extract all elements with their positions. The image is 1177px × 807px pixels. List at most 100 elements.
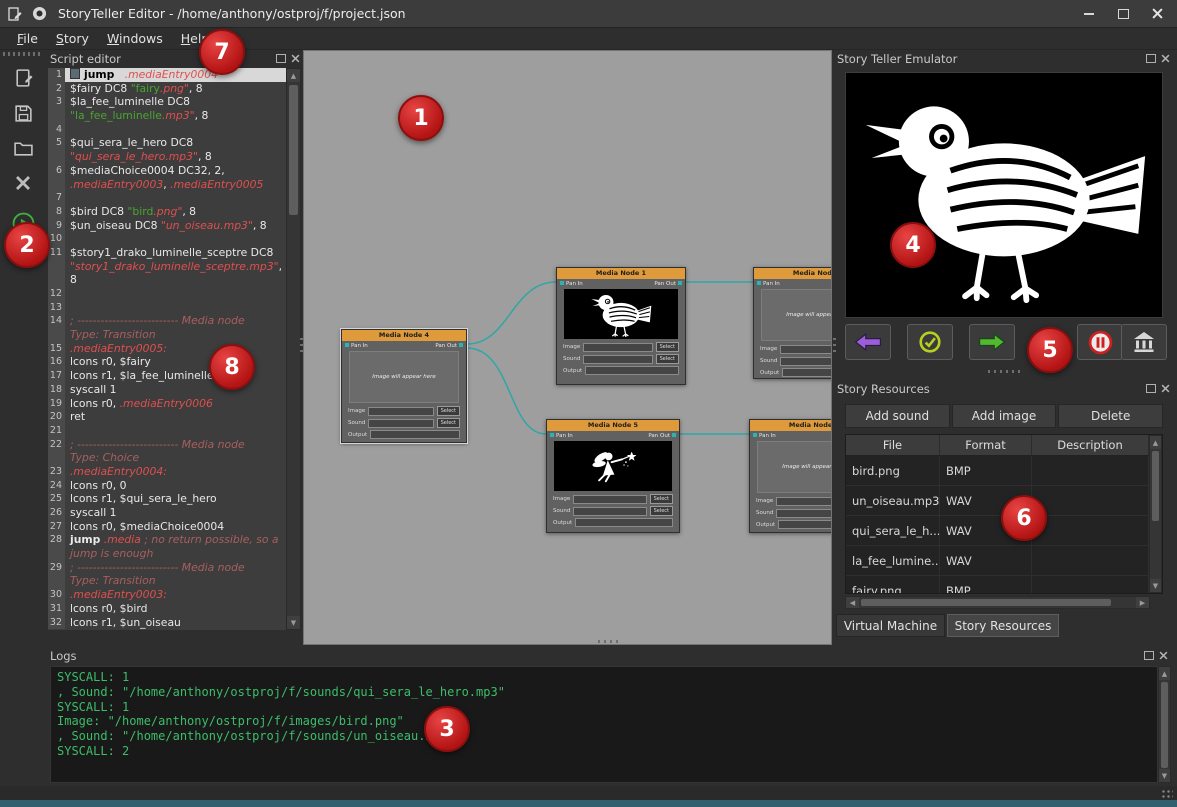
table-h-scrollbar[interactable]: ◀ ▶ [845, 596, 1150, 609]
node-port-in[interactable]: Pan In [345, 343, 368, 349]
splitter-emulator-resources[interactable] [988, 370, 1020, 373]
node-dropdown[interactable] [583, 343, 652, 352]
table-row[interactable]: fairy.pngBMP [846, 576, 1149, 594]
toolbar-grip[interactable] [3, 52, 41, 56]
scroll-right-icon[interactable]: ▶ [1136, 597, 1149, 608]
new-script-button[interactable] [8, 64, 38, 92]
code-line[interactable]: "story1_drako_luminelle_sceptre.mp3", [48, 260, 286, 274]
node-select-button[interactable]: Select [656, 354, 679, 364]
code-line[interactable]: 27lcons r0, $mediaChoice0004 [48, 520, 286, 534]
node-port-out[interactable]: Pan Out [648, 433, 676, 439]
graph-node[interactable]: Media Node 4Pan InPan OutImage will appe… [341, 329, 467, 443]
scrollbar-thumb[interactable] [1161, 682, 1168, 768]
close-panel-icon[interactable] [1161, 384, 1170, 393]
close-panel-icon[interactable] [1161, 54, 1170, 63]
node-port-in[interactable]: Pan In [753, 433, 776, 439]
code-line[interactable]: 31lcons r0, $bird [48, 602, 286, 616]
menu-item-file[interactable]: File [8, 29, 47, 48]
scroll-up-icon[interactable]: ▲ [1150, 436, 1161, 449]
scroll-up-icon[interactable]: ▲ [1159, 667, 1170, 680]
node-dropdown[interactable] [368, 419, 433, 428]
logs-content[interactable]: SYSCALL: 1, Sound: "/home/anthony/ostpro… [50, 666, 1158, 783]
code-line[interactable]: 1jump .mediaEntry0004 [48, 68, 286, 82]
tab-virtual-machine[interactable]: Virtual Machine [836, 614, 945, 637]
home-button[interactable] [1121, 324, 1167, 360]
node-dropdown[interactable] [585, 366, 679, 375]
table-row[interactable]: un_oiseau.mp3WAV [846, 486, 1149, 516]
node-port-in[interactable]: Pan In [560, 281, 583, 287]
code-line[interactable]: 6$mediaChoice0004 DC32, 2, [48, 164, 286, 178]
table-row[interactable]: qui_sera_le_h...WAV [846, 516, 1149, 546]
logs-scrollbar[interactable]: ▲ ▼ [1158, 666, 1171, 783]
close-project-button[interactable] [8, 169, 38, 197]
node-dropdown[interactable] [778, 520, 832, 529]
maximize-button[interactable] [1109, 4, 1137, 24]
code-line[interactable]: Type: Transition [48, 574, 286, 588]
node-dropdown[interactable] [573, 507, 646, 516]
add-image-button[interactable]: Add image [952, 404, 1057, 428]
code-line[interactable]: Type: Transition [48, 328, 286, 342]
code-line[interactable]: "la_fee_luminelle.mp3", 8 [48, 109, 286, 123]
code-line[interactable]: 8$bird DC8 "bird.png", 8 [48, 205, 286, 219]
node-select-button[interactable]: Select [650, 494, 673, 504]
node-dropdown[interactable] [583, 355, 652, 364]
delete-button[interactable]: Delete [1058, 404, 1163, 428]
save-button[interactable] [8, 99, 38, 127]
graph-node[interactable]: Media Node 3Pan InPan OutImage will appe… [749, 419, 832, 533]
close-panel-icon[interactable] [1159, 651, 1168, 660]
code-line[interactable]: 29; -------------------------- Media nod… [48, 561, 286, 575]
code-line[interactable]: 26syscall 1 [48, 506, 286, 520]
node-graph-canvas[interactable]: Media Node 4Pan InPan OutImage will appe… [303, 50, 832, 645]
code-line[interactable]: 2$fairy DC8 "fairy.png", 8 [48, 82, 286, 96]
node-port-in[interactable]: Pan In [757, 281, 780, 287]
code-line[interactable]: 3$la_fee_luminelle DC8 [48, 95, 286, 109]
code-line[interactable]: 23.mediaEntry0004: [48, 465, 286, 479]
scroll-down-icon[interactable]: ▼ [287, 616, 300, 629]
scroll-down-icon[interactable]: ▼ [1159, 769, 1170, 782]
column-header[interactable]: Description [1032, 435, 1149, 455]
scrollbar-thumb[interactable] [1152, 451, 1159, 521]
code-line[interactable]: 30.mediaEntry0003: [48, 588, 286, 602]
code-line[interactable]: 22; -------------------------- Media nod… [48, 438, 286, 452]
code-line[interactable]: 28jump .media ; no return possible, so a [48, 533, 286, 547]
table-row[interactable]: bird.pngBMP [846, 456, 1149, 486]
code-line[interactable]: 20ret [48, 410, 286, 424]
graph-node[interactable]: Media Node 2Pan InPan OutImage will appe… [753, 267, 832, 379]
code-line[interactable]: jump is enough [48, 547, 286, 561]
table-v-scrollbar[interactable]: ▲ ▼ [1149, 435, 1162, 593]
code-line[interactable]: 11$story1_drako_luminelle_sceptre DC8 [48, 246, 286, 260]
pause-button[interactable] [1077, 324, 1123, 360]
scrollbar-thumb[interactable] [289, 85, 298, 215]
node-dropdown[interactable] [368, 407, 433, 416]
script-code-area[interactable]: 1jump .mediaEntry00042$fairy DC8 "fairy.… [48, 68, 286, 630]
validate-button[interactable] [907, 324, 953, 360]
code-line[interactable]: 12 [48, 287, 286, 301]
splitter-canvas-right[interactable] [833, 338, 836, 354]
node-dropdown[interactable] [776, 509, 832, 518]
float-panel-icon[interactable] [1146, 384, 1156, 393]
back-button[interactable] [845, 324, 891, 360]
code-line[interactable]: 10 [48, 232, 286, 246]
open-button[interactable] [8, 134, 38, 162]
node-select-button[interactable]: Select [650, 506, 673, 516]
node-dropdown[interactable] [575, 518, 673, 527]
graph-node[interactable]: Media Node 1Pan InPan Out ImageSelectSou… [556, 267, 686, 385]
code-line[interactable]: 5$qui_sera_le_hero DC8 [48, 136, 286, 150]
menu-item-windows[interactable]: Windows [98, 29, 172, 48]
code-line[interactable]: 32lcons r1, $un_oiseau [48, 616, 286, 630]
code-line[interactable]: 4 [48, 123, 286, 137]
node-select-button[interactable]: Select [437, 418, 460, 428]
code-line[interactable]: 14; -------------------------- Media nod… [48, 314, 286, 328]
float-panel-icon[interactable] [1146, 54, 1156, 63]
graph-node[interactable]: Media Node 5Pan InPan Out ImageSelectSou… [546, 419, 680, 533]
code-line[interactable]: 19lcons r0, .mediaEntry0006 [48, 397, 286, 411]
node-select-button[interactable]: Select [437, 406, 460, 416]
splitter-canvas-logs[interactable] [598, 640, 622, 643]
tab-story-resources[interactable]: Story Resources [947, 614, 1059, 637]
node-dropdown[interactable] [780, 357, 832, 366]
float-panel-icon[interactable] [1144, 651, 1154, 660]
code-line[interactable]: 25lcons r1, $qui_sera_le_hero [48, 492, 286, 506]
code-line[interactable]: "qui_sera_le_hero.mp3", 8 [48, 150, 286, 164]
node-port-out[interactable]: Pan Out [435, 343, 463, 349]
scroll-down-icon[interactable]: ▼ [1150, 579, 1161, 592]
